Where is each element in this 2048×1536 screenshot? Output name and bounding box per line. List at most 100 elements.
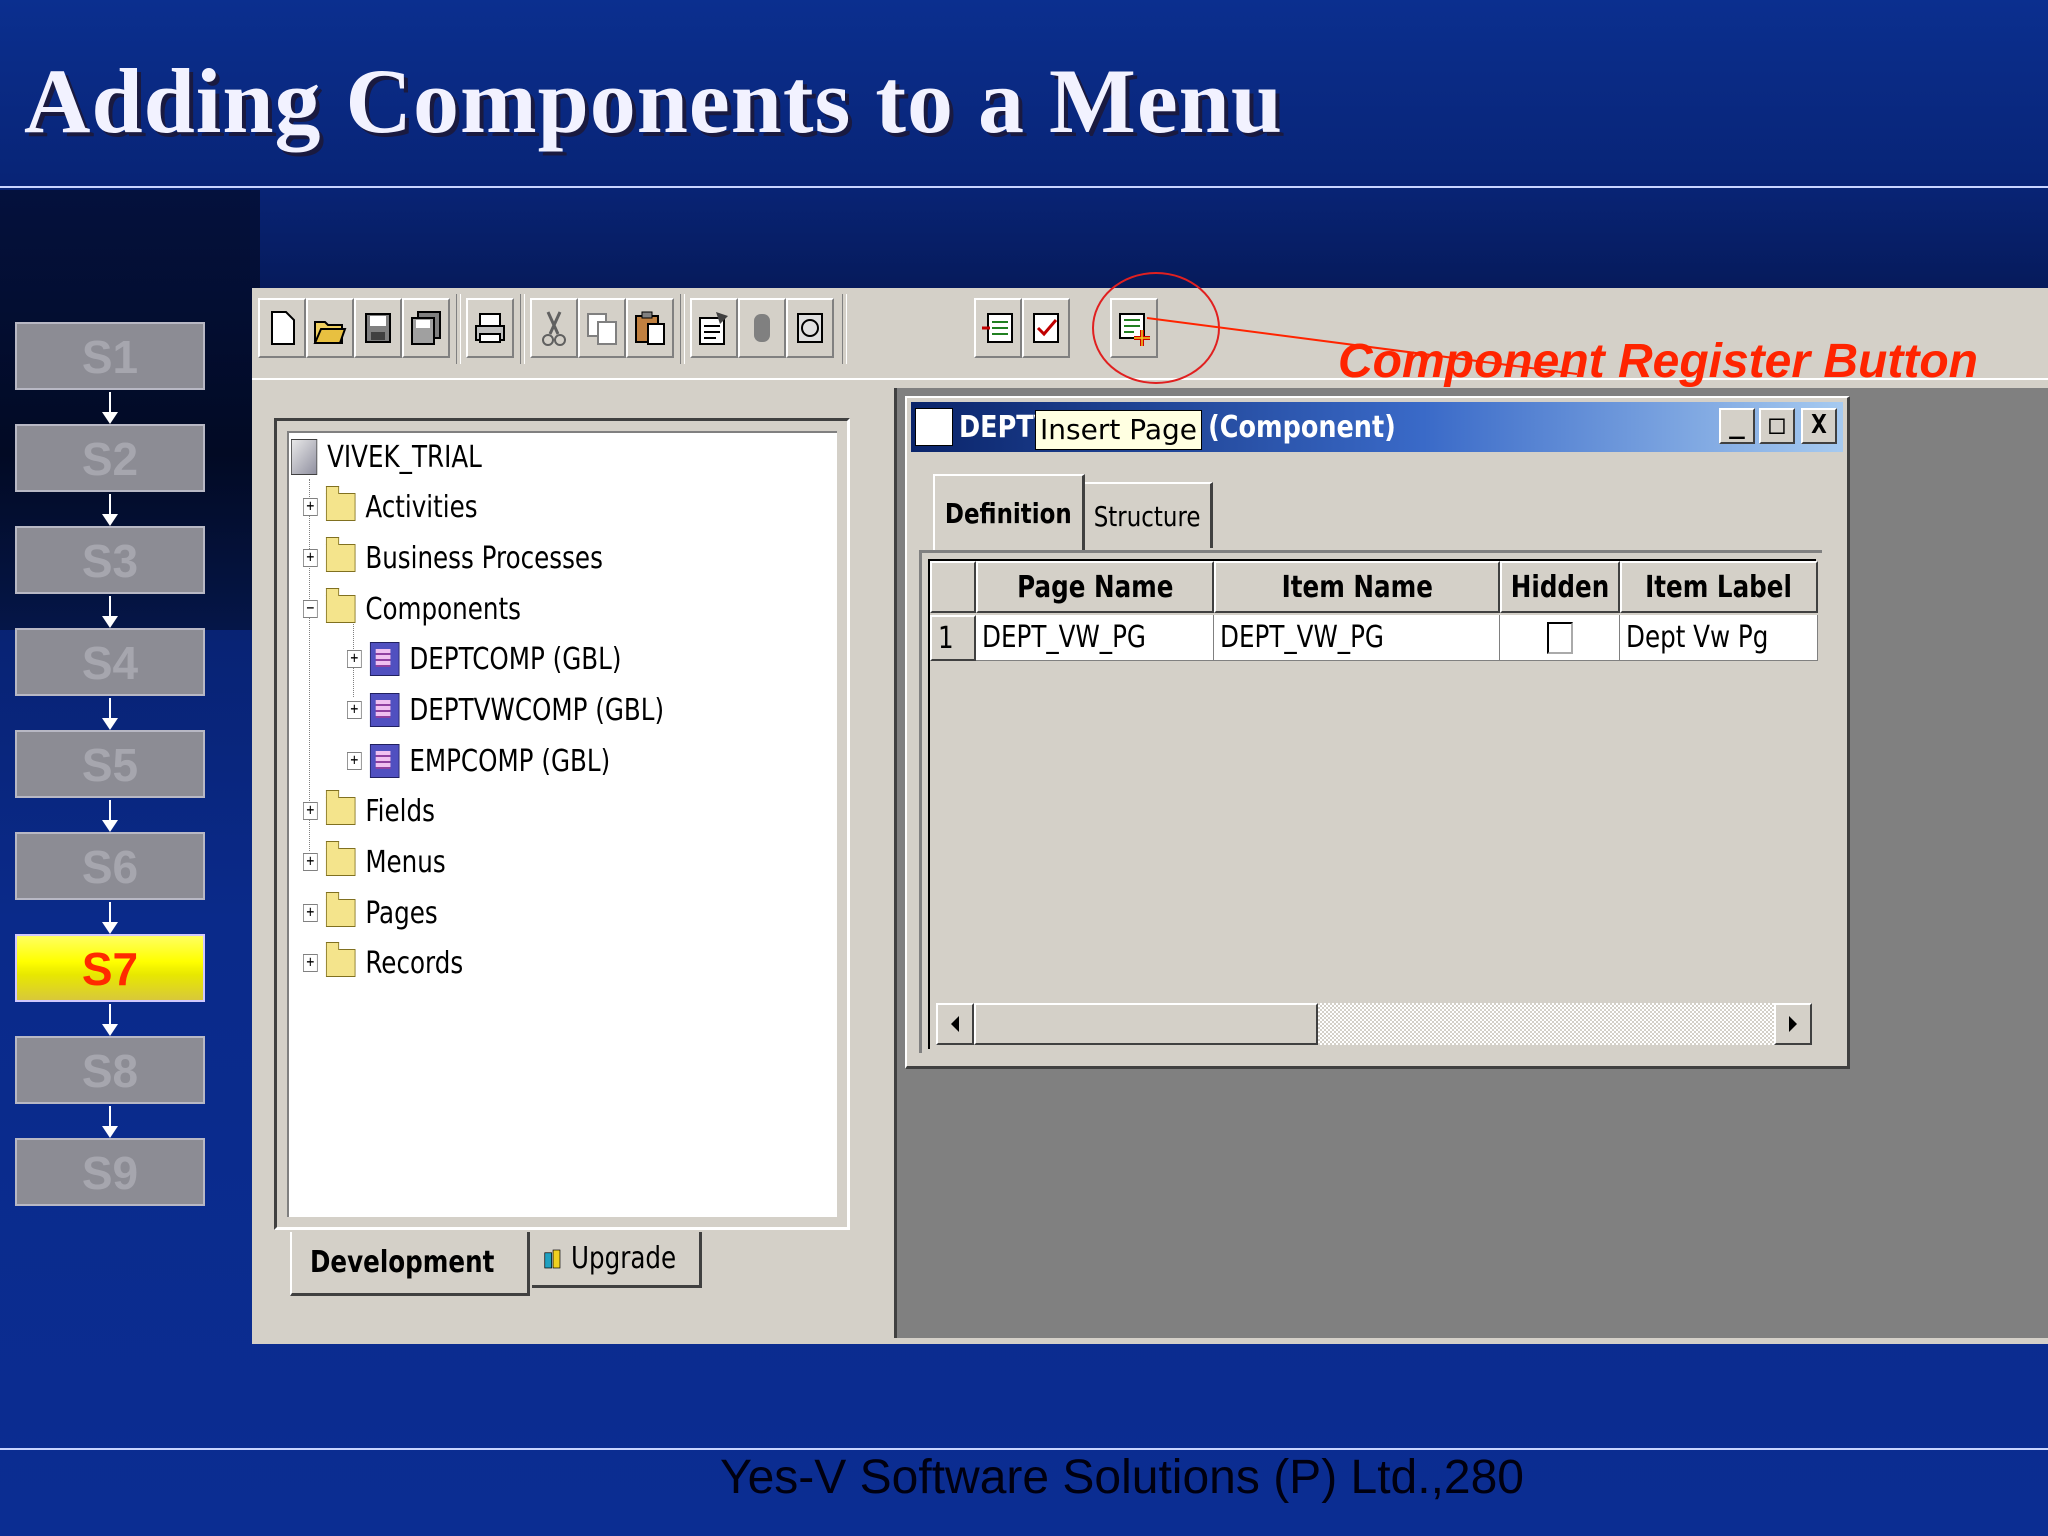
column-header-item-label[interactable]: Item Label — [1620, 561, 1818, 613]
open-icon[interactable] — [306, 298, 354, 358]
insert-page-icon[interactable] — [974, 298, 1022, 358]
cut-icon[interactable] — [530, 298, 578, 358]
folder-icon — [325, 892, 356, 927]
component-grid-frame: Page Name Item Name Hidden Item Label 1 … — [919, 550, 1822, 1053]
folder-icon — [325, 942, 356, 977]
step-arrow — [102, 596, 118, 628]
step-s8[interactable]: S8 — [15, 1036, 205, 1104]
expand-icon[interactable]: + — [303, 853, 318, 871]
window-titlebar[interactable]: DEPTV L (Component) Insert Page _ □ X — [911, 402, 1843, 452]
folder-icon — [325, 841, 356, 876]
step-arrow — [102, 698, 118, 730]
expand-icon[interactable]: + — [303, 549, 318, 567]
column-header-hidden[interactable]: Hidden — [1500, 561, 1620, 613]
cell-item-label[interactable]: Dept Vw Pg — [1620, 615, 1818, 661]
folder-icon — [325, 537, 356, 572]
step-arrow — [102, 494, 118, 526]
tree-node-records[interactable]: + Records — [303, 942, 463, 983]
tab-definition[interactable]: Definition — [933, 474, 1085, 550]
toolbar-separator — [842, 294, 847, 364]
app-designer-window: VIVEK_TRIAL + Activities + Business Proces… — [252, 272, 2048, 1344]
upgrade-icon — [544, 1249, 561, 1268]
tree-node-business-processes[interactable]: + Business Processes — [303, 537, 603, 578]
copy-icon[interactable] — [578, 298, 626, 358]
maximize-button[interactable]: □ — [1759, 408, 1795, 444]
component-icon — [369, 744, 400, 778]
close-window-button[interactable]: X — [1801, 408, 1837, 444]
paste-icon[interactable] — [626, 298, 674, 358]
step-arrow — [102, 1004, 118, 1036]
tree-node-deptcomp[interactable]: + DEPTCOMP (GBL) — [347, 639, 621, 679]
column-header-item-name[interactable]: Item Name — [1214, 561, 1500, 613]
project-icon[interactable] — [786, 298, 834, 358]
step-s1[interactable]: S1 — [15, 322, 205, 390]
step-arrow — [102, 392, 118, 424]
step-s6[interactable]: S6 — [15, 832, 205, 900]
step-s3[interactable]: S3 — [15, 526, 205, 594]
cell-hidden — [1500, 615, 1620, 661]
project-icon — [291, 439, 318, 475]
expand-icon[interactable]: + — [303, 954, 318, 972]
open-folder-icon — [325, 588, 356, 623]
step-s4[interactable]: S4 — [15, 628, 205, 696]
folder-icon — [325, 486, 356, 521]
tree-node-menus[interactable]: + Menus — [303, 841, 446, 882]
tree-node-fields[interactable]: + Fields — [303, 790, 435, 831]
toolbar-separator — [680, 294, 685, 364]
scrollbar-thumb[interactable] — [974, 1003, 1318, 1045]
save-icon[interactable] — [354, 298, 402, 358]
step-s9[interactable]: S9 — [15, 1138, 205, 1206]
step-arrow — [102, 1106, 118, 1138]
row-number[interactable]: 1 — [930, 615, 976, 661]
expand-icon[interactable]: + — [347, 701, 362, 719]
tab-development[interactable]: Development — [290, 1232, 530, 1296]
project-tree: VIVEK_TRIAL + Activities + Business Proces… — [287, 431, 837, 1217]
expand-icon[interactable]: + — [303, 904, 318, 922]
cell-page-name[interactable]: DEPT_VW_PG — [976, 615, 1214, 661]
step-s5[interactable]: S5 — [15, 730, 205, 798]
properties-icon[interactable] — [690, 298, 738, 358]
tooltip-insert-page: Insert Page — [1035, 410, 1202, 450]
close-icon[interactable] — [738, 298, 786, 358]
step-s7[interactable]: S7 — [15, 934, 205, 1002]
mdi-workspace: DEPTV L (Component) Insert Page _ □ X De… — [894, 388, 2048, 1338]
tree-node-activities[interactable]: + Activities — [303, 486, 478, 527]
step-arrow — [102, 800, 118, 832]
expand-icon[interactable]: + — [347, 752, 362, 770]
tree-node-root[interactable]: VIVEK_TRIAL — [291, 437, 482, 477]
print-icon[interactable] — [466, 298, 514, 358]
validate-icon[interactable] — [1022, 298, 1070, 358]
component-icon — [369, 693, 400, 727]
tab-structure[interactable]: Structure — [1085, 482, 1213, 548]
step-arrow — [102, 902, 118, 934]
toolbar-separator — [520, 294, 525, 364]
footer-text: Yes-V Software Solutions (P) Ltd.,280 — [720, 1451, 1524, 1504]
minimize-button[interactable]: _ — [1719, 408, 1755, 444]
cell-item-name[interactable]: DEPT_VW_PG — [1214, 615, 1500, 661]
slide-title: Adding Components to a Menu — [24, 50, 1283, 152]
column-header-page-name[interactable]: Page Name — [976, 561, 1214, 613]
folder-icon — [325, 790, 356, 825]
project-workspace: VIVEK_TRIAL + Activities + Business Proces… — [274, 418, 850, 1230]
scroll-left-icon[interactable] — [936, 1003, 974, 1045]
tree-node-pages[interactable]: + Pages — [303, 892, 438, 933]
tree-node-empcomp[interactable]: + EMPCOMP (GBL) — [347, 741, 610, 781]
hidden-checkbox[interactable] — [1546, 621, 1573, 654]
scroll-right-icon[interactable] — [1774, 1003, 1812, 1045]
component-window-icon — [915, 408, 953, 446]
tree-node-components[interactable]: − Components — [303, 588, 521, 629]
step-s2[interactable]: S2 — [15, 424, 205, 492]
component-grid: Page Name Item Name Hidden Item Label 1 … — [928, 559, 1818, 1049]
new-icon[interactable] — [258, 298, 306, 358]
expand-icon[interactable]: + — [303, 498, 318, 516]
save-all-icon[interactable] — [402, 298, 450, 358]
expand-icon[interactable]: + — [347, 650, 362, 668]
callout-label: Component Register Button — [1338, 335, 1978, 388]
collapse-icon[interactable]: − — [303, 600, 318, 618]
tree-node-deptvwcomp[interactable]: + DEPTVWCOMP (GBL) — [347, 690, 664, 730]
toolbar-separator — [456, 294, 461, 364]
grid-corner — [930, 561, 976, 613]
tab-upgrade[interactable]: Upgrade — [532, 1232, 702, 1288]
horizontal-scrollbar[interactable] — [936, 1003, 1812, 1045]
expand-icon[interactable]: + — [303, 802, 318, 820]
